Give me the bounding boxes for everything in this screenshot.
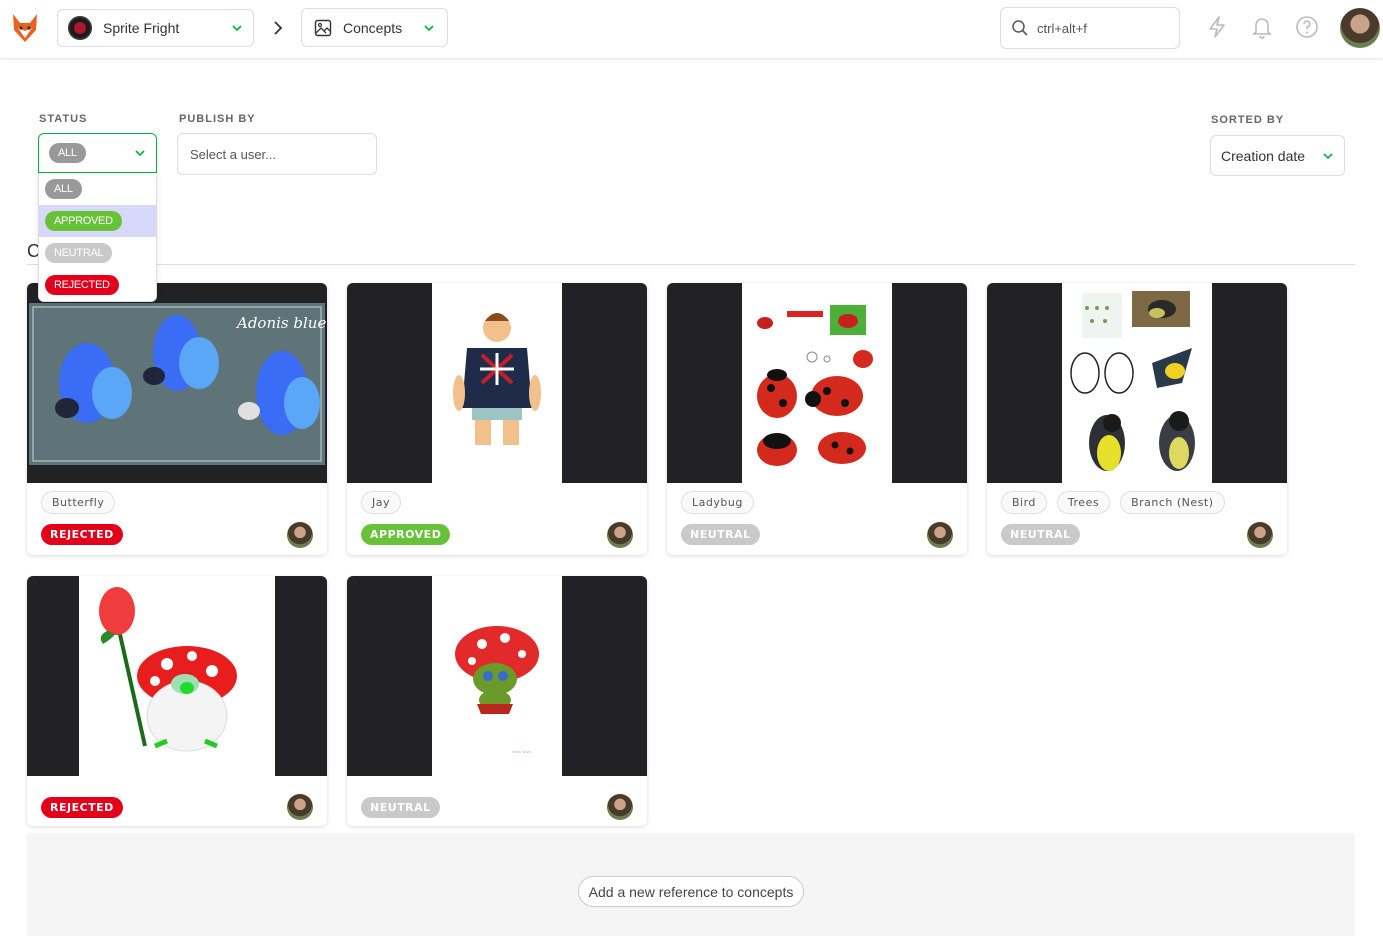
tag-list: Jay	[361, 491, 401, 514]
concept-card[interactable]: Bird Trees Branch (Nest) NEUTRAL	[987, 283, 1287, 555]
concept-card[interactable]: ~~~ ~~~ NEUTRAL	[347, 576, 647, 826]
avatar	[927, 522, 953, 548]
status-option-all[interactable]: ALL	[39, 173, 156, 205]
global-search[interactable]	[1000, 7, 1180, 49]
chevron-down-icon	[232, 25, 242, 32]
concept-card[interactable]: Jay APPROVED	[347, 283, 647, 555]
concept-thumbnail[interactable]	[667, 283, 967, 483]
status-filter-select[interactable]: ALL	[38, 133, 157, 173]
user-avatar[interactable]	[1340, 8, 1380, 48]
status-badge: REJECTED	[41, 524, 123, 545]
search-input[interactable]	[1037, 20, 1167, 36]
sort-label: SORTED BY	[1211, 114, 1285, 126]
tag-chip[interactable]: Branch (Nest)	[1120, 491, 1225, 514]
avatar	[607, 794, 633, 820]
concept-card[interactable]: Adonis blue Butterfly REJECTED	[27, 283, 327, 555]
tag-list: Ladybug	[681, 491, 754, 514]
kitsu-logo-icon[interactable]	[10, 12, 40, 44]
status-option-rejected[interactable]: REJECTED	[39, 269, 156, 301]
sort-select[interactable]: Creation date	[1210, 135, 1345, 176]
status-badge: NEUTRAL	[361, 797, 440, 818]
top-bar: Sprite Fright Concepts	[0, 0, 1383, 58]
status-dropdown-menu: ALL APPROVED NEUTRAL REJECTED	[38, 173, 157, 302]
tag-list: Butterfly	[41, 491, 116, 514]
svg-text:~~~ ~~~: ~~~ ~~~	[512, 750, 531, 756]
chevron-down-icon	[1323, 152, 1333, 159]
tag-chip[interactable]: Ladybug	[681, 491, 754, 514]
chevron-down-icon	[135, 150, 145, 157]
sort-value: Creation date	[1221, 147, 1306, 164]
tag-chip[interactable]: Trees	[1056, 491, 1111, 514]
status-badge: NEUTRAL	[1001, 524, 1080, 545]
lightning-icon[interactable]	[1204, 14, 1230, 40]
project-name: Sprite Fright	[103, 20, 180, 36]
status-selected-pill: ALL	[49, 143, 86, 163]
publish-user-select[interactable]	[177, 133, 377, 175]
avatar	[1247, 522, 1273, 548]
status-badge: APPROVED	[361, 524, 451, 545]
add-reference-button[interactable]: Add a new reference to concepts	[578, 876, 804, 907]
tag-chip[interactable]: Butterfly	[41, 491, 116, 514]
tag-chip[interactable]: Jay	[361, 491, 401, 514]
section-selector[interactable]: Concepts	[301, 8, 448, 47]
project-selector[interactable]: Sprite Fright	[57, 9, 254, 47]
concept-thumbnail[interactable]	[347, 283, 647, 483]
help-icon[interactable]	[1294, 14, 1320, 40]
avatar	[287, 794, 313, 820]
avatar	[287, 522, 313, 548]
status-option-approved[interactable]: APPROVED	[39, 205, 156, 237]
status-badge: NEUTRAL	[681, 524, 760, 545]
concept-thumbnail[interactable]: ~~~ ~~~	[347, 576, 647, 776]
image-icon	[314, 19, 332, 36]
chevron-right-icon	[274, 21, 283, 35]
concept-card[interactable]: Ladybug NEUTRAL	[667, 283, 967, 555]
avatar	[607, 522, 633, 548]
publish-user-input[interactable]	[190, 146, 360, 162]
svg-text:Adonis blue: Adonis blue	[235, 314, 326, 332]
status-filter-label: STATUS	[39, 113, 88, 125]
bell-icon[interactable]	[1249, 14, 1275, 40]
project-avatar	[68, 16, 92, 40]
concept-thumbnail[interactable]	[987, 283, 1287, 483]
concept-thumbnail[interactable]	[27, 576, 327, 776]
section-name: Concepts	[343, 19, 403, 36]
tag-list: Bird Trees Branch (Nest)	[1001, 491, 1225, 514]
divider	[27, 264, 1355, 265]
chevron-down-icon	[424, 24, 434, 31]
publish-filter-label: PUBLISH BY	[179, 113, 256, 125]
tag-chip[interactable]: Bird	[1001, 491, 1047, 514]
concept-thumbnail[interactable]: Adonis blue	[27, 283, 327, 483]
search-icon	[1012, 20, 1028, 36]
status-badge: REJECTED	[41, 797, 123, 818]
concept-card[interactable]: REJECTED	[27, 576, 327, 826]
status-option-neutral[interactable]: NEUTRAL	[39, 237, 156, 269]
